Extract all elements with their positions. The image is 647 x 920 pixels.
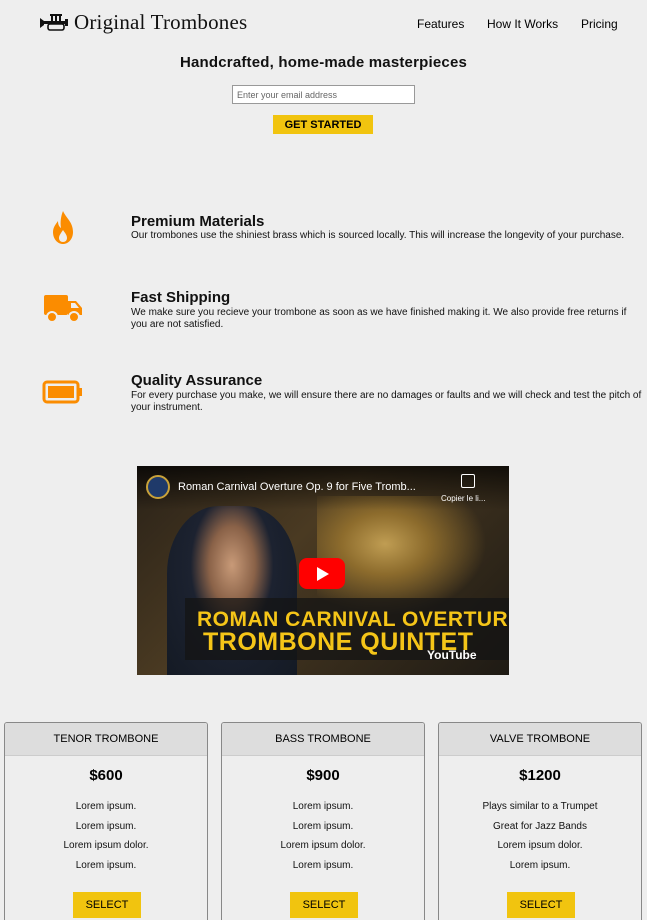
select-button[interactable]: SELECT xyxy=(507,892,575,918)
youtube-logo[interactable]: YouTube xyxy=(427,648,477,662)
plan-feature: Lorem ipsum. xyxy=(509,859,571,871)
plan-feature: Lorem ipsum dolor. xyxy=(280,840,366,851)
pricing-plan-bass: BASS TROMBONE $900 Lorem ipsum. Lorem ip… xyxy=(221,722,425,920)
nav-link-how-it-works[interactable]: How It Works xyxy=(487,17,558,31)
plan-name: BASS TROMBONE xyxy=(222,723,424,756)
logo[interactable]: Original Trombones xyxy=(38,10,247,35)
plan-feature: Lorem ipsum. xyxy=(292,859,354,871)
feature-title: Fast Shipping xyxy=(131,289,231,306)
nav-link-features[interactable]: Features xyxy=(417,17,464,31)
trumpet-icon xyxy=(40,13,68,31)
pricing-plan-tenor: TENOR TROMBONE $600 Lorem ipsum. Lorem i… xyxy=(4,722,208,920)
plan-name: VALVE TROMBONE xyxy=(439,723,641,756)
truck-icon xyxy=(38,288,88,328)
plan-price: $1200 xyxy=(519,767,561,784)
plan-features: Lorem ipsum. Lorem ipsum. Lorem ipsum do… xyxy=(5,797,207,875)
channel-avatar[interactable] xyxy=(146,475,170,499)
plan-feature: Lorem ipsum. xyxy=(75,820,137,832)
hero-title: Handcrafted, home-made masterpieces xyxy=(179,54,468,71)
plan-feature: Plays similar to a Trumpet xyxy=(482,801,598,812)
plan-feature: Lorem ipsum. xyxy=(75,801,137,812)
plan-feature: Lorem ipsum dolor. xyxy=(63,840,149,851)
plan-features: Lorem ipsum. Lorem ipsum. Lorem ipsum do… xyxy=(222,797,424,875)
copy-link-label[interactable]: Copier le li... xyxy=(441,494,485,503)
feature-description: Our trombones use the shiniest brass whi… xyxy=(131,230,625,241)
video-player[interactable]: Roman Carnival Overture Op. 9 for Five T… xyxy=(137,466,509,675)
select-button[interactable]: SELECT xyxy=(73,892,141,918)
feature-title: Premium Materials xyxy=(131,213,265,230)
select-button[interactable]: SELECT xyxy=(290,892,358,918)
email-input[interactable] xyxy=(232,85,415,104)
brand-name: Original Trombones xyxy=(74,10,248,34)
plan-feature: Lorem ipsum. xyxy=(75,859,137,871)
plan-feature: Lorem ipsum. xyxy=(292,801,354,812)
plan-feature: Lorem ipsum. xyxy=(292,820,354,832)
video-title[interactable]: Roman Carnival Overture Op. 9 for Five T… xyxy=(178,481,416,493)
plan-price: $900 xyxy=(306,767,340,784)
copy-link-icon[interactable] xyxy=(461,474,475,488)
flame-icon xyxy=(38,208,88,248)
pricing-plan-valve: VALVE TROMBONE $1200 Plays similar to a … xyxy=(438,722,642,920)
get-started-button[interactable]: GET STARTED xyxy=(273,115,373,134)
feature-description: For every purchase you make, we will ens… xyxy=(131,390,642,413)
header: Original Trombones Features How It Works… xyxy=(0,0,647,48)
feature-description: We make sure you recieve your trombone a… xyxy=(131,307,627,330)
plan-feature: Lorem ipsum dolor. xyxy=(497,840,583,851)
nav-link-pricing[interactable]: Pricing xyxy=(581,17,618,31)
battery-icon xyxy=(38,372,88,412)
plan-features: Plays similar to a Trumpet Great for Jaz… xyxy=(439,797,641,875)
feature-title: Quality Assurance xyxy=(131,372,263,389)
plan-name: TENOR TROMBONE xyxy=(5,723,207,756)
play-button[interactable] xyxy=(299,558,345,589)
plan-feature: Great for Jazz Bands xyxy=(493,820,587,832)
plan-price: $600 xyxy=(89,767,123,784)
